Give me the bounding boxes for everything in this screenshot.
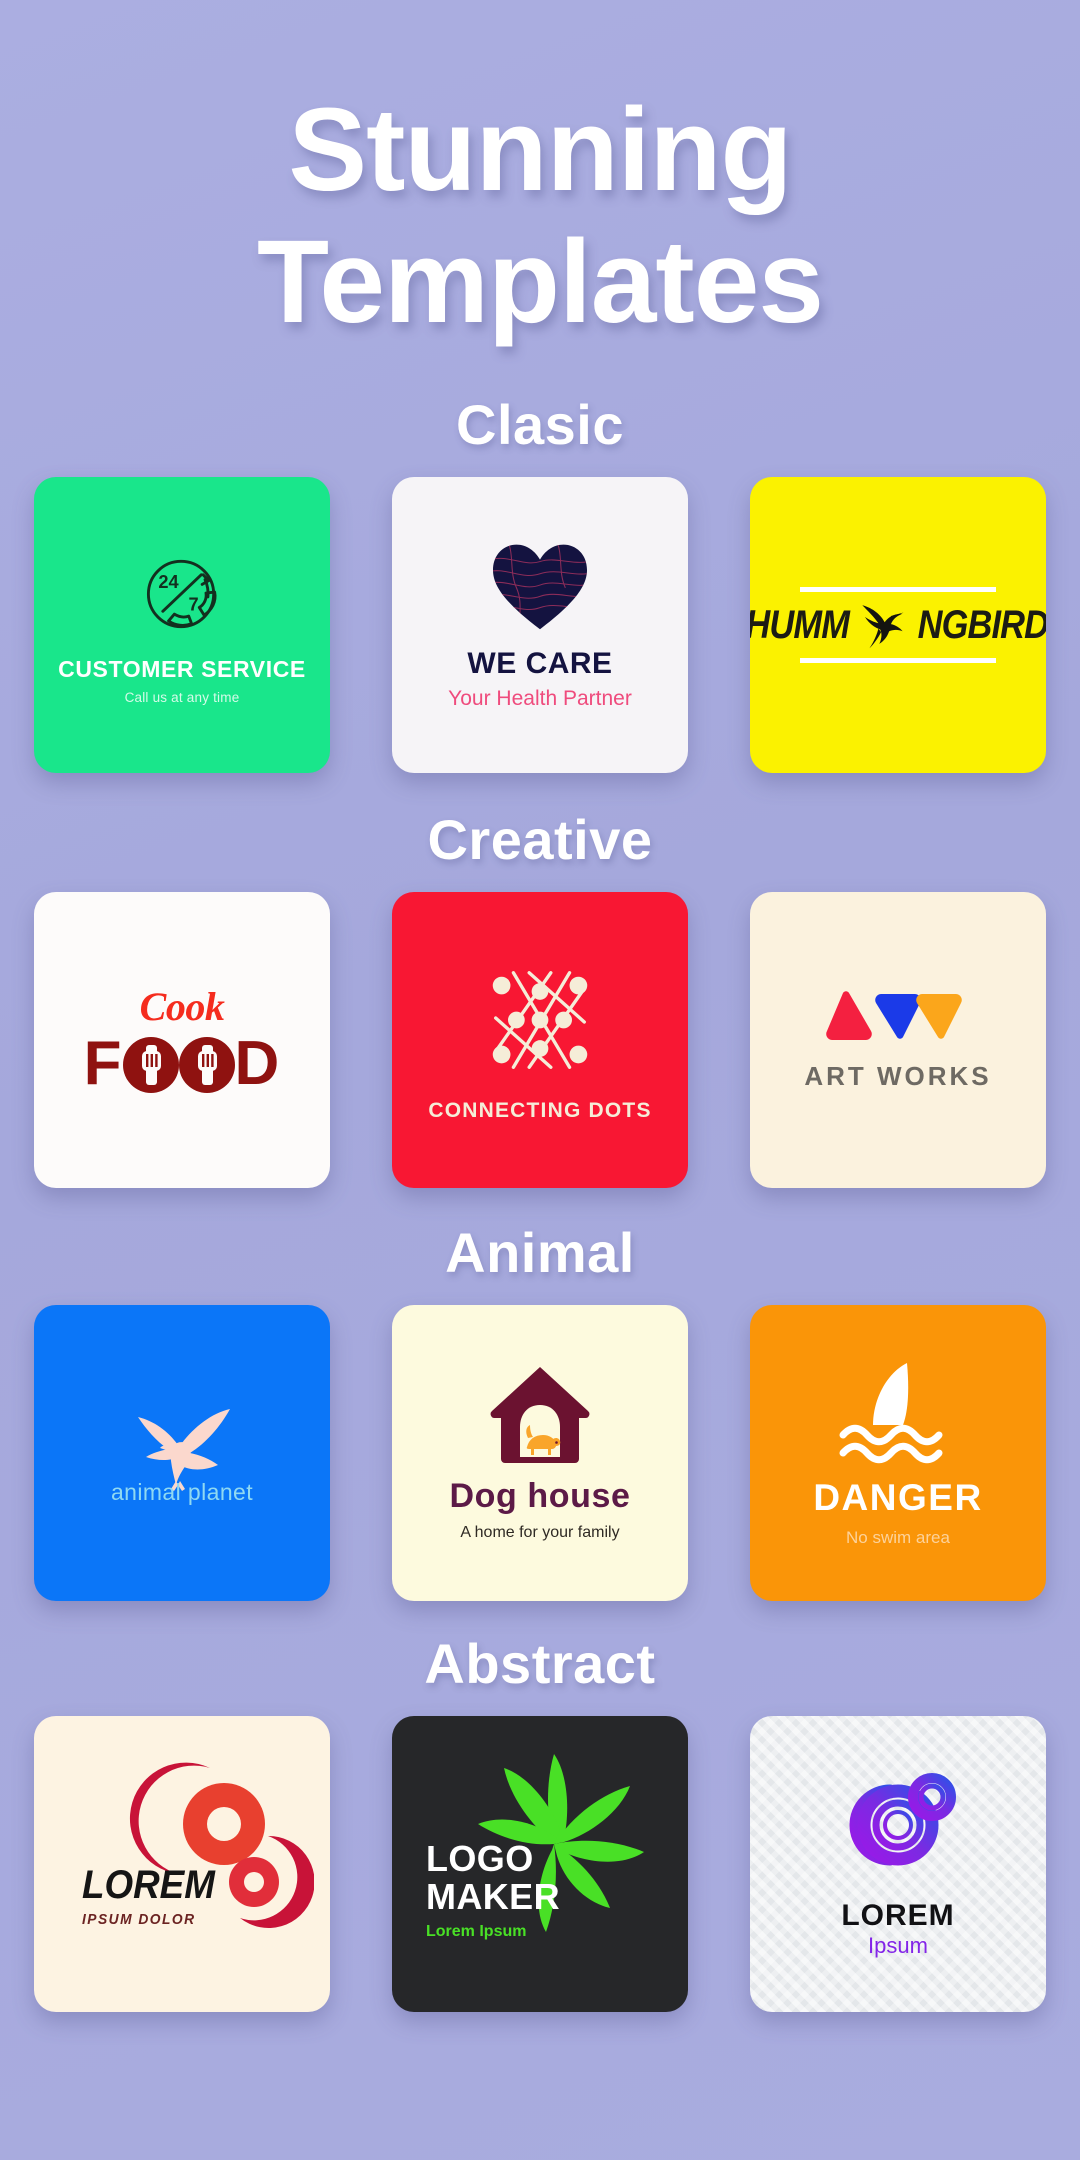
page-title-line-2: Templates: [257, 216, 824, 349]
section-title-clasic: Clasic: [456, 393, 624, 457]
template-card-hummingbird[interactable]: HUMM NGBIRD: [750, 477, 1046, 774]
template-card-dog-house[interactable]: Dog house A home for your family: [392, 1305, 688, 1602]
section-title-animal: Animal: [445, 1221, 635, 1285]
hummingbird-icon: [855, 599, 909, 651]
template-card-cook-food[interactable]: Cook F D: [34, 892, 330, 1189]
connected-dots-grid-icon: [476, 957, 604, 1083]
card-title: LOREM: [841, 1899, 955, 1933]
card-title: animal planet: [110, 1478, 253, 1505]
card-title: Dog house: [449, 1476, 631, 1515]
template-row-clasic: 24 7 CUSTOMER SERVICE Call us at any tim…: [34, 477, 1046, 774]
card-title: DANGER: [813, 1476, 983, 1518]
rule-top: [800, 587, 996, 593]
food-letter-d: D: [234, 1029, 281, 1099]
card-title: F D: [84, 1032, 281, 1098]
card-title-line-2: MAKER: [426, 1875, 560, 1917]
card-title-line-1: LOGO: [426, 1838, 534, 1880]
interlocking-rings-icon: [832, 1769, 964, 1887]
shark-fin-waves-icon: [833, 1359, 963, 1465]
template-card-logo-maker[interactable]: LOGO MAKER Lorem Ipsum: [392, 1716, 688, 2013]
svg-text:24: 24: [158, 571, 179, 592]
template-row-animal: animal planet Dog house A home for your …: [34, 1305, 1046, 1602]
food-letter-f: F: [83, 1029, 123, 1099]
card-subtitle: Ipsum: [868, 1933, 928, 1959]
template-row-creative: Cook F D CONNECTING DOTS ART WORKS: [34, 892, 1046, 1189]
template-card-connecting-dots[interactable]: CONNECTING DOTS: [392, 892, 688, 1189]
template-card-lorem-dolor[interactable]: LOREM IPSUM DOLOR: [34, 1716, 330, 2013]
card-subtitle: Lorem Ipsum: [426, 1923, 527, 1941]
card-title: LOREM: [82, 1863, 215, 1908]
card-subtitle: A home for your family: [460, 1523, 620, 1541]
heart-icon: [488, 539, 592, 633]
card-script-word: Cook: [139, 983, 225, 1029]
template-card-customer-service[interactable]: 24 7 CUSTOMER SERVICE Call us at any tim…: [34, 477, 330, 774]
card-title: WE CARE: [467, 647, 613, 681]
section-title-creative: Creative: [427, 808, 653, 872]
template-gallery-screen: Stunning Templates Clasic 24 7 CUSTOMER …: [0, 0, 1080, 2160]
phone-24-7-circle-icon: 24 7: [134, 546, 230, 642]
card-title-right: NGBIRD: [917, 602, 1046, 647]
template-card-lorem-ipsum-purple[interactable]: LOREM Ipsum: [750, 1716, 1046, 2013]
template-card-art-works[interactable]: ART WORKS: [750, 892, 1046, 1189]
page-title: Stunning Templates: [0, 84, 1080, 348]
svg-text:7: 7: [188, 593, 198, 614]
card-subtitle: Call us at any time: [124, 689, 240, 705]
triangles-aw-icon: [823, 989, 973, 1045]
template-card-animal-planet[interactable]: animal planet: [34, 1305, 330, 1602]
template-card-danger[interactable]: DANGER No swim area: [750, 1305, 1046, 1602]
card-subtitle: Your Health Partner: [448, 687, 632, 711]
page-title-line-1: Stunning: [288, 84, 792, 216]
rule-bottom: [800, 658, 996, 664]
card-title: CONNECTING DOTS: [428, 1099, 652, 1123]
template-row-abstract: LOREM IPSUM DOLOR LOGO MAKER Lorem Ipsum…: [34, 1716, 1046, 2013]
card-subtitle: IPSUM DOLOR: [82, 1911, 196, 1929]
card-title: ART WORKS: [804, 1060, 992, 1091]
card-title: CUSTOMER SERVICE: [58, 655, 306, 682]
card-subtitle: No swim area: [846, 1527, 950, 1547]
section-title-abstract: Abstract: [424, 1632, 656, 1696]
template-card-we-care[interactable]: WE CARE Your Health Partner: [392, 477, 688, 774]
card-title-left: HUMM: [750, 602, 850, 647]
doghouse-icon: [487, 1365, 593, 1465]
spatula-apple-icon: [122, 1032, 235, 1098]
